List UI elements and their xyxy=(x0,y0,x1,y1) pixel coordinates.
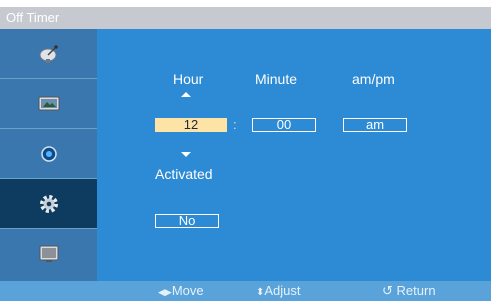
return-icon: ↺ xyxy=(382,283,393,298)
main-panel: Hour Minute am/pm 12 : 00 am Activated N… xyxy=(97,29,491,281)
left-right-arrow-icon: ◀▶ xyxy=(158,287,172,297)
increase-arrow-icon[interactable] xyxy=(181,92,191,97)
sidebar-item-multi-control[interactable] xyxy=(0,229,97,278)
minute-label: Minute xyxy=(255,71,298,87)
move-hint: ◀▶Move xyxy=(158,282,204,301)
sidebar xyxy=(0,29,97,281)
decrease-arrow-icon[interactable] xyxy=(181,152,191,157)
sidebar-item-input[interactable] xyxy=(0,29,97,78)
hour-label: Hour xyxy=(173,71,204,87)
hour-field[interactable]: 12 xyxy=(155,118,227,132)
multi-screen-icon xyxy=(39,245,58,262)
move-label: Move xyxy=(171,283,204,298)
menu-title: Off Timer xyxy=(6,10,60,25)
sidebar-item-setup[interactable] xyxy=(0,179,97,228)
ampm-field[interactable]: am xyxy=(343,118,407,132)
adjust-hint: ⬍Adjust xyxy=(256,282,301,302)
sidebar-item-sound[interactable] xyxy=(0,129,97,178)
return-label: Return xyxy=(396,283,436,298)
footer-bar: ◀▶Move ⬍Adjust ↺ Return xyxy=(0,281,491,301)
activated-label: Activated xyxy=(155,166,213,182)
activated-field[interactable]: No xyxy=(155,214,219,228)
adjust-label: Adjust xyxy=(264,283,301,298)
minute-field[interactable]: 00 xyxy=(252,118,316,132)
sound-icon xyxy=(40,145,57,162)
gear-icon xyxy=(39,194,58,213)
title-bar: Off Timer xyxy=(0,7,491,29)
return-hint[interactable]: ↺ Return xyxy=(382,282,436,300)
ampm-label: am/pm xyxy=(352,71,395,87)
sidebar-item-picture[interactable] xyxy=(0,79,97,128)
osd-window: Off Timer Hour Minute am/pm 12: 00 am A… xyxy=(0,0,491,301)
satellite-dish-icon xyxy=(39,44,58,63)
time-separator: : xyxy=(233,117,237,132)
picture-icon xyxy=(38,96,59,110)
